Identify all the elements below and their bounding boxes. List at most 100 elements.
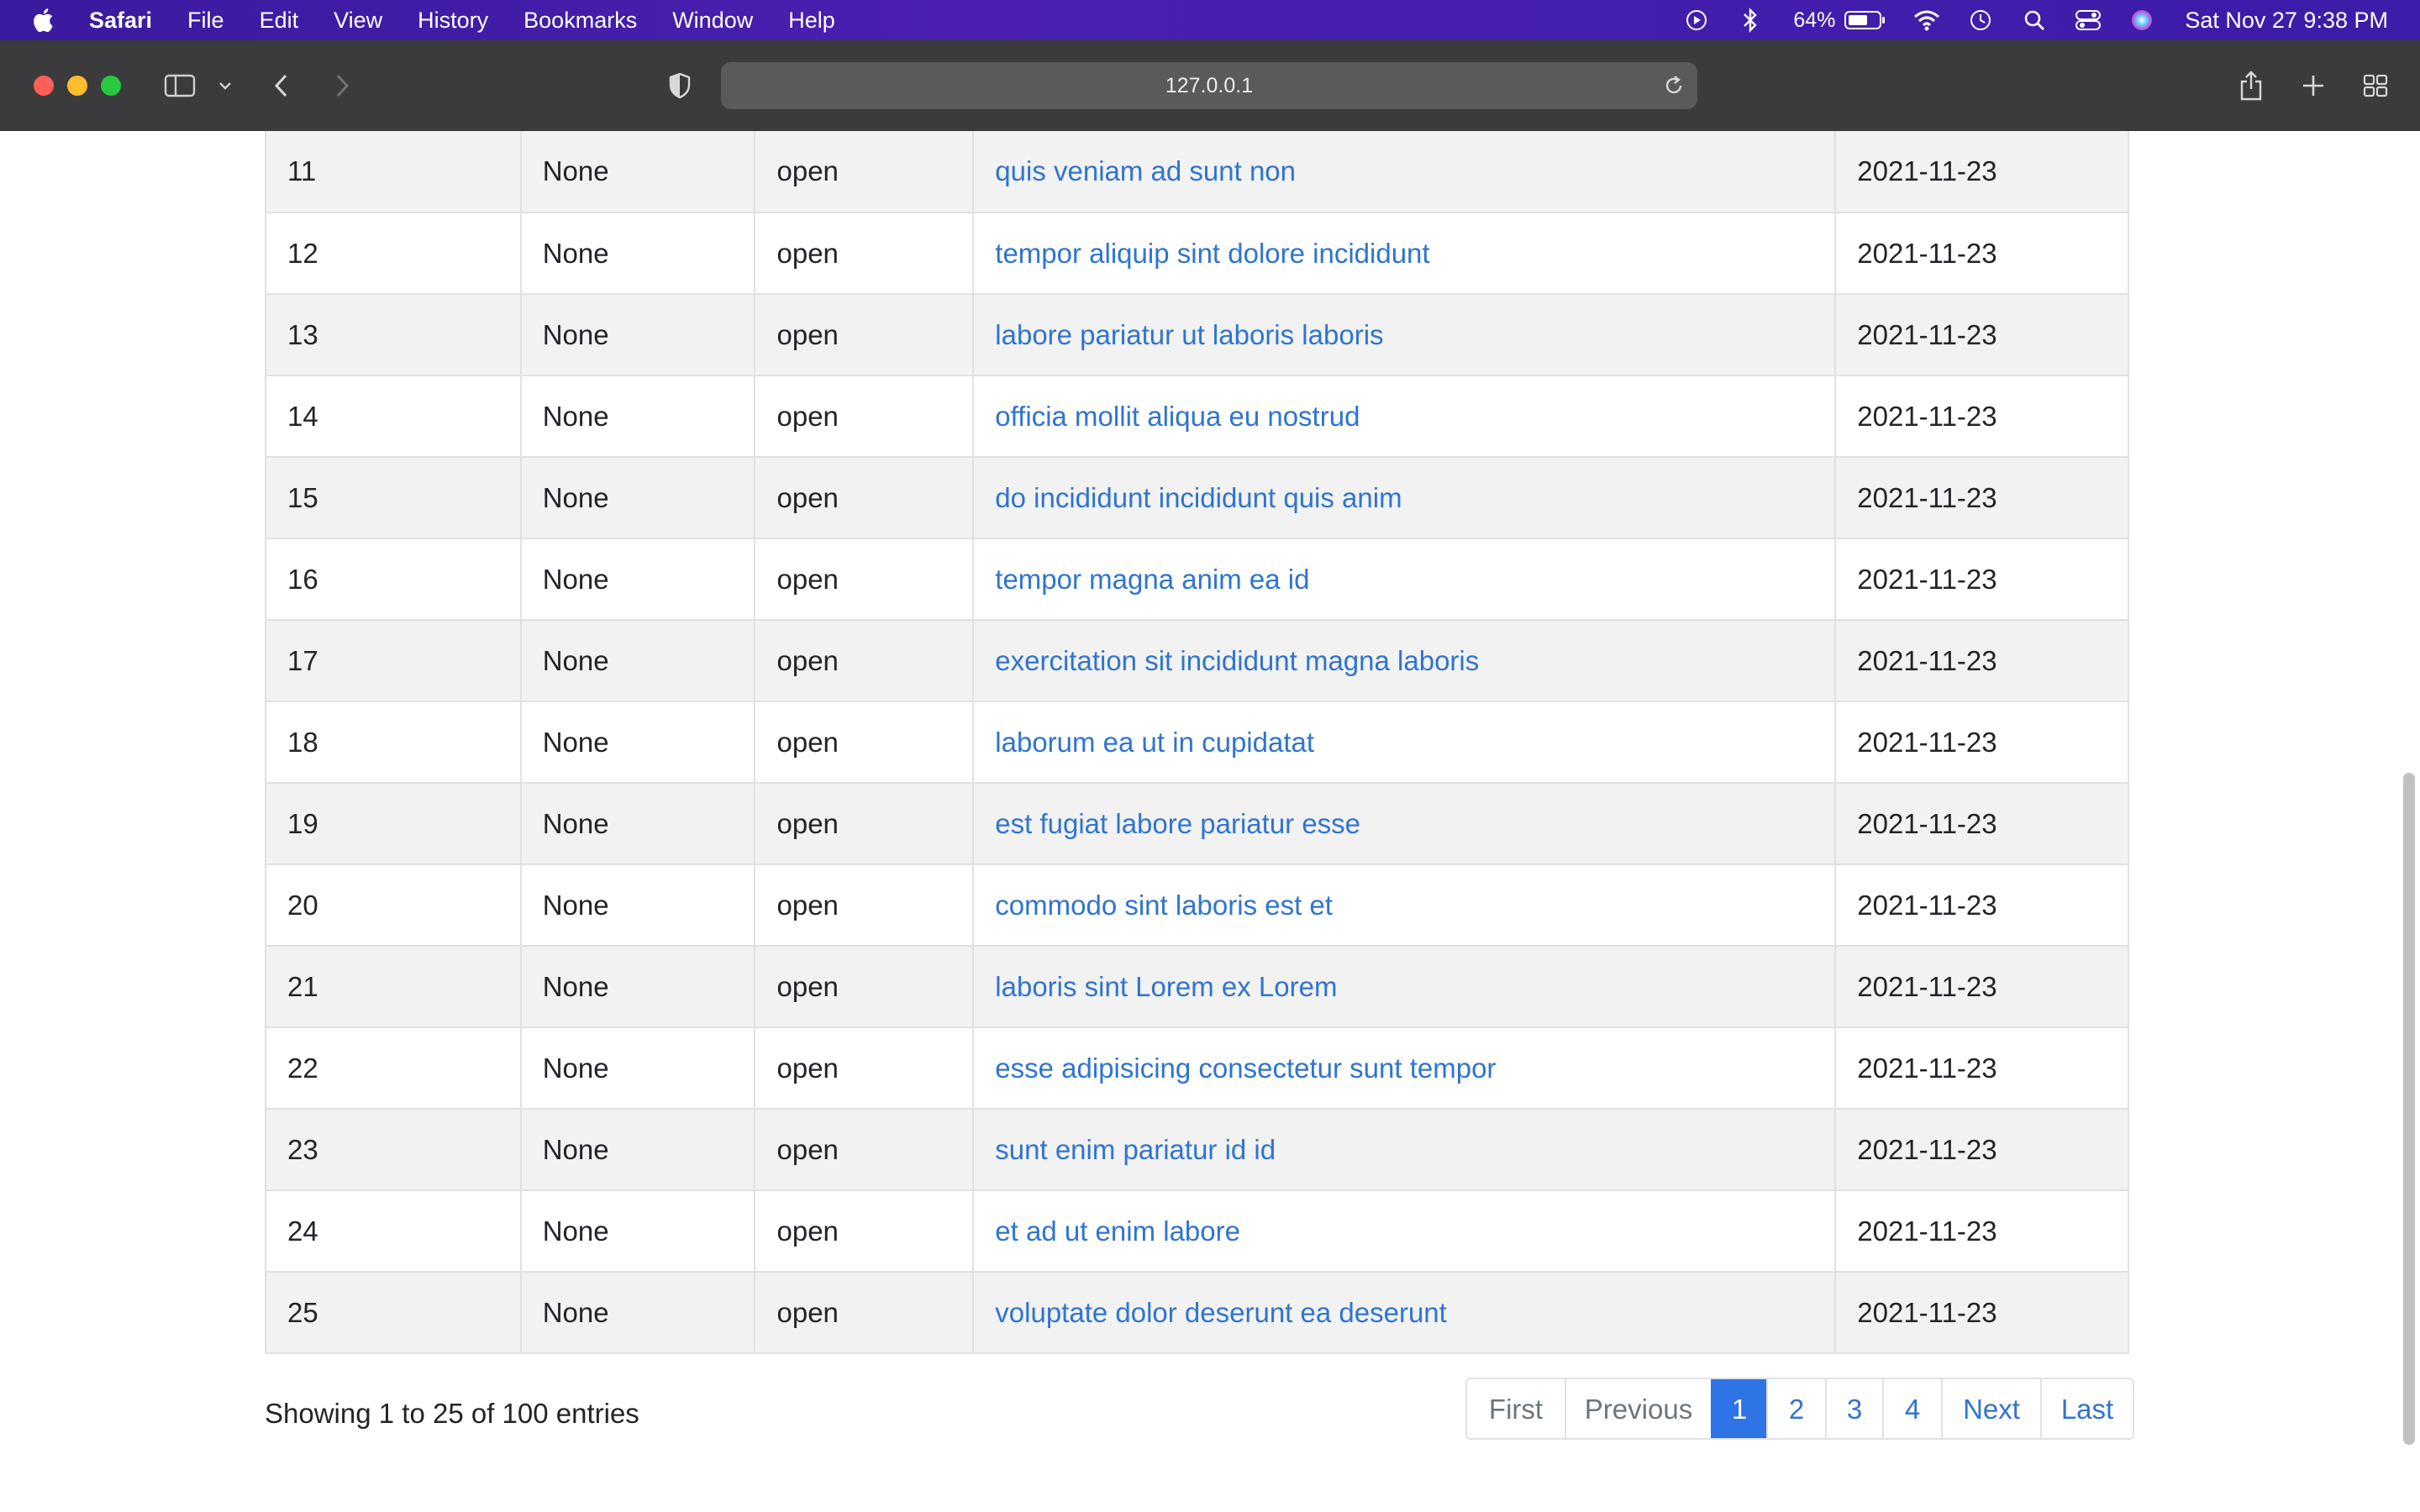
row-date-cell: 2021-11-23 [1834, 375, 2129, 458]
new-tab-icon[interactable] [2299, 66, 2328, 106]
menu-help[interactable]: Help [788, 8, 835, 34]
menu-history[interactable]: History [418, 8, 488, 34]
row-state-cell: open [754, 782, 975, 865]
row-title-link[interactable]: tempor aliquip sint dolore incididunt [995, 238, 1429, 269]
table-row: 15 None open do incididunt incididunt quis … [265, 456, 2129, 539]
row-state-cell: open [754, 1026, 975, 1110]
address-bar[interactable]: 127.0.0.1 [721, 62, 1697, 109]
window-close-button[interactable] [34, 76, 54, 96]
page-2-button[interactable]: 2 [1766, 1379, 1825, 1438]
menu-window[interactable]: Window [672, 8, 753, 34]
chevron-down-icon[interactable] [217, 66, 234, 106]
row-owner-cell: None [519, 701, 756, 784]
page-last-button[interactable]: Last [2040, 1379, 2133, 1438]
page-previous-button[interactable]: Previous [1565, 1379, 1711, 1438]
share-icon[interactable] [2237, 66, 2265, 106]
table-row: 20 None open commodo sint laboris est et 202… [265, 864, 2129, 947]
page-next-button[interactable]: Next [1941, 1379, 2040, 1438]
row-date-cell: 2021-11-23 [1834, 1108, 2129, 1191]
row-title-link[interactable]: do incididunt incididunt quis anim [995, 482, 1402, 513]
row-state-cell: open [754, 945, 975, 1028]
menu-edit[interactable]: Edit [260, 8, 299, 34]
window-minimize-button[interactable] [67, 76, 87, 96]
window-zoom-button[interactable] [101, 76, 121, 96]
row-owner-cell: None [519, 1271, 756, 1354]
row-date-cell: 2021-11-23 [1834, 456, 2129, 539]
row-id-cell: 22 [265, 1026, 522, 1110]
row-title-link[interactable]: laborum ea ut in cupidatat [995, 727, 1314, 758]
row-owner-cell: None [519, 538, 756, 621]
siri-icon[interactable] [2128, 6, 2156, 34]
row-id-cell: 12 [265, 212, 522, 295]
row-owner-cell: None [519, 1026, 756, 1110]
row-state-cell: open [754, 375, 975, 458]
spotlight-search-icon[interactable] [2020, 6, 2049, 34]
page-4-button[interactable]: 4 [1882, 1379, 1941, 1438]
row-title-link[interactable]: officia mollit aliqua eu nostrud [995, 401, 1360, 432]
row-id-cell: 15 [265, 456, 522, 539]
row-title-link[interactable]: et ad ut enim labore [995, 1215, 1240, 1247]
row-state-cell: open [754, 619, 975, 702]
reload-icon[interactable] [1662, 74, 1686, 97]
row-id-cell: 19 [265, 782, 522, 865]
page-scrollbar[interactable] [2403, 773, 2415, 1445]
menu-app-name[interactable]: Safari [89, 8, 152, 34]
row-id-cell: 23 [265, 1108, 522, 1191]
page-3-button[interactable]: 3 [1825, 1379, 1882, 1438]
row-title-cell: esse adipisicing consectetur sunt tempor [972, 1026, 1837, 1110]
address-bar-url: 127.0.0.1 [1165, 73, 1254, 97]
page-1-button[interactable]: 1 [1711, 1379, 1766, 1438]
row-date-cell: 2021-11-23 [1834, 1026, 2129, 1110]
row-title-link[interactable]: esse adipisicing consectetur sunt tempor [995, 1053, 1496, 1084]
entries-table: 11 None open quis veniam ad sunt non 2021-11… [265, 131, 2129, 1354]
table-row: 19 None open est fugiat labore pariatur ess… [265, 782, 2129, 865]
battery-icon[interactable] [1844, 6, 1887, 34]
row-owner-cell: None [519, 1108, 756, 1191]
page-first-button[interactable]: First [1467, 1379, 1565, 1438]
row-state-cell: open [754, 293, 975, 376]
row-title-link[interactable]: commodo sint laboris est et [995, 890, 1333, 921]
row-title-link[interactable]: exercitation sit incididunt magna labori… [995, 645, 1479, 676]
row-title-link[interactable]: sunt enim pariatur id id [995, 1134, 1276, 1165]
bluetooth-icon[interactable] [1736, 6, 1765, 34]
row-id-cell: 11 [265, 131, 522, 213]
row-title-link[interactable]: laboris sint Lorem ex Lorem [995, 971, 1337, 1002]
menu-view[interactable]: View [334, 8, 382, 34]
back-icon[interactable] [269, 66, 294, 106]
row-date-cell: 2021-11-23 [1834, 212, 2129, 295]
apple-icon[interactable] [30, 5, 59, 35]
row-date-cell: 2021-11-23 [1834, 945, 2129, 1028]
row-title-link[interactable]: tempor magna anim ea id [995, 564, 1309, 595]
row-title-cell: quis veniam ad sunt non [972, 131, 1837, 213]
battery-percent: 64% [1793, 8, 1836, 32]
row-id-cell: 16 [265, 538, 522, 621]
table-row: 18 None open laborum ea ut in cupidatat 2021… [265, 701, 2129, 784]
browser-toolbar: 127.0.0.1 [0, 40, 2420, 133]
control-center-icon[interactable] [2074, 6, 2102, 34]
menu-clock[interactable]: Sat Nov 27 9:38 PM [2185, 8, 2388, 34]
table-row: 21 None open laboris sint Lorem ex Lorem 202… [265, 945, 2129, 1028]
row-owner-cell: None [519, 864, 756, 947]
row-owner-cell: None [519, 212, 756, 295]
row-title-link[interactable]: voluptate dolor deserunt ea deserunt [995, 1297, 1447, 1328]
menu-bookmarks[interactable]: Bookmarks [523, 8, 637, 34]
row-title-link[interactable]: labore pariatur ut laboris laboris [995, 319, 1383, 350]
page-content: 11 None open quis veniam ad sunt non 2021-11… [0, 131, 2420, 1512]
row-state-cell: open [754, 1108, 975, 1191]
sidebar-toggle-icon[interactable] [163, 66, 197, 106]
play-circle-icon[interactable] [1682, 6, 1711, 34]
row-title-cell: tempor aliquip sint dolore incididunt [972, 212, 1837, 295]
row-date-cell: 2021-11-23 [1834, 619, 2129, 702]
tab-overview-icon[interactable] [2361, 66, 2390, 106]
row-title-cell: commodo sint laboris est et [972, 864, 1837, 947]
row-owner-cell: None [519, 619, 756, 702]
row-date-cell: 2021-11-23 [1834, 131, 2129, 213]
row-title-link[interactable]: quis veniam ad sunt non [995, 155, 1296, 186]
privacy-shield-icon[interactable] [667, 66, 692, 106]
time-machine-icon[interactable] [1966, 6, 1995, 34]
menu-file[interactable]: File [187, 8, 224, 34]
row-title-cell: est fugiat labore pariatur esse [972, 782, 1837, 865]
wifi-icon[interactable] [1912, 6, 1941, 34]
row-title-link[interactable]: est fugiat labore pariatur esse [995, 808, 1360, 839]
row-date-cell: 2021-11-23 [1834, 1271, 2129, 1354]
